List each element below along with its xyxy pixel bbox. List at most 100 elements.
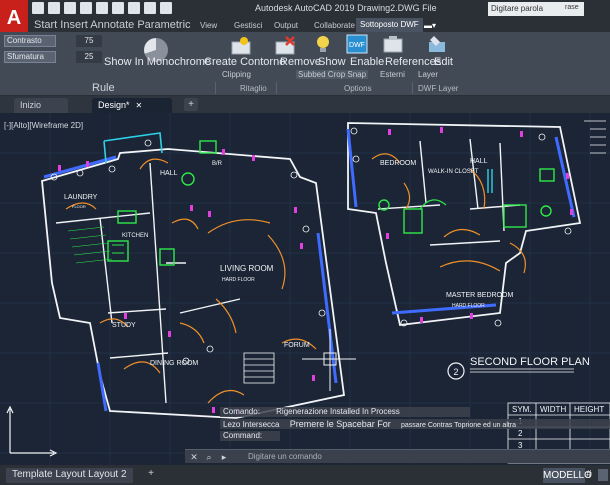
command-history: Comando: Rigenerazione Installed In Proc… bbox=[220, 407, 610, 445]
command-line-bar: ✕ ⌕ ▸ Digitare un comando bbox=[185, 449, 610, 463]
tub-fixture bbox=[503, 204, 527, 228]
room-master-floor: HARD FLOOR bbox=[452, 303, 485, 309]
edit-layer-icon[interactable] bbox=[426, 34, 448, 54]
tab-design-label: Design* bbox=[98, 100, 130, 110]
panel-title-options: Options bbox=[344, 84, 372, 93]
tab-output[interactable]: Output bbox=[274, 21, 298, 30]
closet-rail bbox=[487, 169, 493, 193]
stove-fixture bbox=[107, 240, 129, 262]
command-input[interactable]: Digitare un comando bbox=[248, 452, 322, 461]
command-message: Premere le Spacebar For bbox=[289, 419, 391, 429]
sink-fixture bbox=[117, 210, 137, 224]
tab-home[interactable]: Inizio bbox=[14, 98, 68, 113]
room-living: LIVING ROOM bbox=[220, 264, 274, 273]
room-labels: LAUNDRY FLOOR HALL B/R KITCHEN LIVING RO… bbox=[64, 161, 310, 367]
quick-access-toolbar bbox=[32, 2, 172, 16]
window-blue bbox=[96, 362, 108, 412]
new-tab-button[interactable]: + bbox=[184, 98, 198, 111]
undo-icon[interactable] bbox=[112, 2, 124, 14]
room-kitchen: KITCHEN bbox=[122, 233, 148, 239]
fade-value[interactable]: 25 bbox=[76, 51, 102, 63]
new-file-icon[interactable] bbox=[32, 2, 44, 14]
show-monochrome-button[interactable]: Show In Monochrome bbox=[104, 56, 211, 68]
command-prompt: Command: bbox=[223, 431, 263, 440]
ribbon-options-icon[interactable]: ▬▾ bbox=[424, 21, 436, 30]
layer-label: Layer bbox=[418, 70, 439, 79]
dwf-enable-icon[interactable]: DWF bbox=[346, 34, 368, 54]
ribbon-panel: Contrasto 75 Sfumatura 25 Show In Monoch… bbox=[0, 32, 610, 96]
room-walkin: WALK-IN CLOSET bbox=[428, 169, 479, 175]
remove-contour-icon[interactable] bbox=[274, 36, 296, 56]
viewport-controls[interactable]: [-][Alto][Wireframe 2D] bbox=[4, 121, 83, 130]
clipping-label: Clipping bbox=[222, 70, 251, 79]
room-laundry: LAUNDRY bbox=[64, 194, 98, 201]
search-suffix: rase bbox=[565, 4, 579, 11]
contrast-label: Contrasto bbox=[4, 35, 56, 47]
command-message: Rigenerazione Installed In Process bbox=[276, 407, 400, 416]
room-bath: B/R bbox=[212, 161, 223, 167]
create-contour-button[interactable]: Create Contorno bbox=[204, 56, 285, 68]
model-space-button[interactable]: MODELLO bbox=[543, 468, 592, 483]
save-as-icon[interactable] bbox=[80, 2, 92, 14]
show-bulb-icon[interactable] bbox=[312, 34, 334, 54]
stairs bbox=[243, 352, 275, 384]
close-command-line-icon[interactable]: ✕ bbox=[188, 451, 200, 463]
command-recent-icon[interactable]: ▸ bbox=[218, 451, 230, 463]
tab-manage[interactable]: Gestisci bbox=[234, 21, 262, 30]
ribbon-tab-bar: Start Insert Annotate Parametric View Ge… bbox=[28, 18, 610, 32]
autocad-logo-icon: A bbox=[6, 7, 22, 29]
open-file-icon[interactable] bbox=[48, 2, 60, 14]
tab-layout[interactable]: Template Layout Layout 2 bbox=[6, 468, 133, 483]
fade-slider[interactable]: Sfumatura bbox=[4, 51, 56, 63]
panel-title-dwf-layer: DWF Layer bbox=[418, 84, 459, 93]
redo-icon[interactable] bbox=[128, 2, 140, 14]
room-master: MASTER BEDROOM bbox=[446, 292, 513, 299]
contrast-value[interactable]: 75 bbox=[76, 35, 102, 47]
plot-icon[interactable] bbox=[96, 2, 108, 14]
window-blue bbox=[346, 128, 358, 208]
plan-title: SECOND FLOOR PLAN bbox=[470, 356, 590, 368]
tab-start-insert-annotate[interactable]: Start Insert Annotate Parametric bbox=[34, 19, 191, 31]
command-prefix: Comando: bbox=[223, 407, 260, 416]
tab-dwf-underlay[interactable]: Sottoposto DWF bbox=[356, 18, 423, 32]
tab-design-drawing[interactable]: Design* ✕ bbox=[92, 98, 172, 113]
panel-separator bbox=[215, 82, 216, 94]
command-message-right: passare Contras Toprione ed un altra bbox=[401, 422, 517, 429]
grid-display-icon[interactable]: # bbox=[586, 469, 592, 480]
share-icon[interactable] bbox=[144, 2, 156, 14]
quick-access-dropdown-icon[interactable] bbox=[160, 2, 172, 14]
interior-wall bbox=[377, 138, 521, 246]
toilet-fixture bbox=[540, 205, 552, 217]
create-contour-icon[interactable] bbox=[230, 36, 252, 56]
subbed-crop-snap-label[interactable]: Subbed Crop Snap bbox=[296, 70, 369, 79]
room-study: STUDY bbox=[112, 322, 136, 329]
contrast-slider[interactable]: Contrasto bbox=[4, 35, 56, 47]
close-tab-icon[interactable]: ✕ bbox=[136, 101, 143, 110]
show-button[interactable]: Show bbox=[318, 56, 346, 68]
crosshair-cursor bbox=[302, 329, 356, 391]
basin-fixture bbox=[539, 168, 555, 182]
file-tab-bar: Inizio Design* ✕ + bbox=[0, 96, 610, 113]
add-layout-button[interactable]: + bbox=[145, 468, 157, 481]
status-bar-more-icon[interactable] bbox=[598, 469, 608, 481]
tab-collaborate[interactable]: Collaborate bbox=[314, 21, 355, 30]
save-icon[interactable] bbox=[64, 2, 76, 14]
command-search-icon[interactable]: ⌕ bbox=[203, 451, 215, 463]
window-title: Autodesk AutoCAD 2019 Drawing2.DWG File bbox=[255, 3, 437, 13]
panel-separator bbox=[276, 82, 277, 94]
command-history-line: Command: bbox=[220, 431, 280, 441]
enable-button[interactable]: Enable bbox=[350, 56, 384, 68]
fade-label: Sfumatura bbox=[4, 51, 56, 63]
ucs-axis-icon bbox=[6, 405, 58, 457]
tab-view[interactable]: View bbox=[200, 21, 217, 30]
remove-button[interactable]: Remove bbox=[280, 56, 321, 68]
room-dining: DINING ROOM bbox=[150, 360, 198, 367]
plan-number: 2 bbox=[453, 367, 458, 377]
references-button[interactable]: References bbox=[385, 56, 441, 68]
dimension-markers bbox=[58, 149, 315, 415]
svg-text:DWF: DWF bbox=[349, 42, 365, 49]
room-forum: FORUM bbox=[284, 342, 310, 349]
edit-button[interactable]: Edit bbox=[434, 56, 453, 68]
room-hall2: HALL bbox=[470, 158, 488, 165]
external-references-icon[interactable] bbox=[382, 34, 404, 54]
